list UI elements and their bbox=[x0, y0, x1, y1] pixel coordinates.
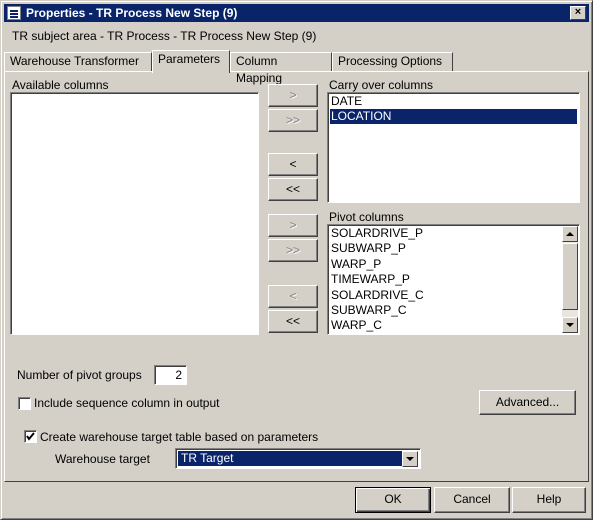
create-table-label: Create warehouse target table based on p… bbox=[40, 430, 319, 444]
remove-all-pivot-button[interactable]: << bbox=[268, 310, 318, 333]
scroll-up-icon[interactable] bbox=[562, 226, 578, 242]
check-mark-icon bbox=[26, 432, 35, 441]
warehouse-target-value: TR Target bbox=[178, 451, 402, 466]
add-all-carry-button[interactable]: >> bbox=[268, 109, 318, 132]
list-item[interactable]: DATE bbox=[330, 94, 577, 109]
pivot-groups-input[interactable]: 2 bbox=[154, 365, 187, 385]
add-one-pivot-button[interactable]: > bbox=[268, 214, 318, 237]
title-bar[interactable]: Properties - TR Process New Step (9) × bbox=[4, 4, 589, 22]
list-item[interactable]: TIMEWARP_P bbox=[330, 272, 410, 287]
advanced-button[interactable]: Advanced... bbox=[479, 390, 576, 415]
sequence-column-checkbox[interactable] bbox=[18, 397, 31, 410]
warehouse-target-select[interactable]: TR Target bbox=[175, 448, 421, 469]
list-item[interactable]: WARP_P bbox=[330, 257, 381, 272]
list-item[interactable]: SOLARDRIVE_C bbox=[330, 288, 424, 303]
scroll-down-icon[interactable] bbox=[562, 317, 578, 333]
tab-column-mapping[interactable]: Column Mapping bbox=[230, 52, 332, 85]
pivot-groups-label: Number of pivot groups bbox=[17, 368, 142, 382]
list-item[interactable]: SUBWARP_P bbox=[330, 241, 406, 256]
carry-over-label: Carry over columns bbox=[329, 78, 434, 92]
add-one-carry-button[interactable]: > bbox=[268, 84, 318, 107]
remove-all-carry-button[interactable]: << bbox=[268, 178, 318, 201]
scroll-thumb[interactable] bbox=[562, 243, 578, 310]
list-item[interactable]: SUBWARP_C bbox=[330, 303, 407, 318]
available-columns-label: Available columns bbox=[12, 78, 109, 92]
ok-button[interactable]: OK bbox=[355, 487, 431, 513]
properties-window: Properties - TR Process New Step (9) × T… bbox=[0, 0, 593, 520]
carry-over-list[interactable]: DATE LOCATION bbox=[327, 92, 580, 203]
cancel-button[interactable]: Cancel bbox=[434, 487, 510, 513]
list-item[interactable]: SOLARDRIVE_P bbox=[330, 226, 423, 241]
window-title: Properties - TR Process New Step (9) bbox=[26, 6, 238, 20]
help-button[interactable]: Help bbox=[512, 487, 586, 513]
tab-warehouse-transformer[interactable]: Warehouse Transformer bbox=[4, 52, 152, 71]
pivot-columns-list[interactable]: SOLARDRIVE_P SUBWARP_P WARP_P TIMEWARP_P… bbox=[327, 224, 580, 335]
pivot-scrollbar[interactable] bbox=[562, 226, 578, 333]
subject-line: TR subject area - TR Process - TR Proces… bbox=[12, 29, 317, 43]
list-item[interactable]: WARP_C bbox=[330, 318, 382, 333]
add-all-pivot-button[interactable]: >> bbox=[268, 239, 318, 262]
tab-processing-options[interactable]: Processing Options bbox=[332, 52, 453, 71]
warehouse-target-label: Warehouse target bbox=[55, 452, 150, 466]
available-columns-list[interactable] bbox=[10, 92, 259, 335]
dropdown-arrow-icon[interactable] bbox=[402, 451, 418, 467]
window-icon bbox=[7, 6, 21, 20]
sequence-column-label: Include sequence column in output bbox=[34, 396, 220, 410]
list-item-selected[interactable]: LOCATION bbox=[330, 109, 577, 124]
tab-parameters[interactable]: Parameters bbox=[152, 50, 230, 73]
remove-one-pivot-button[interactable]: < bbox=[268, 285, 318, 308]
remove-one-carry-button[interactable]: < bbox=[268, 153, 318, 176]
close-icon[interactable]: × bbox=[570, 6, 586, 20]
create-table-checkbox[interactable] bbox=[24, 430, 37, 443]
pivot-columns-label: Pivot columns bbox=[329, 210, 404, 224]
